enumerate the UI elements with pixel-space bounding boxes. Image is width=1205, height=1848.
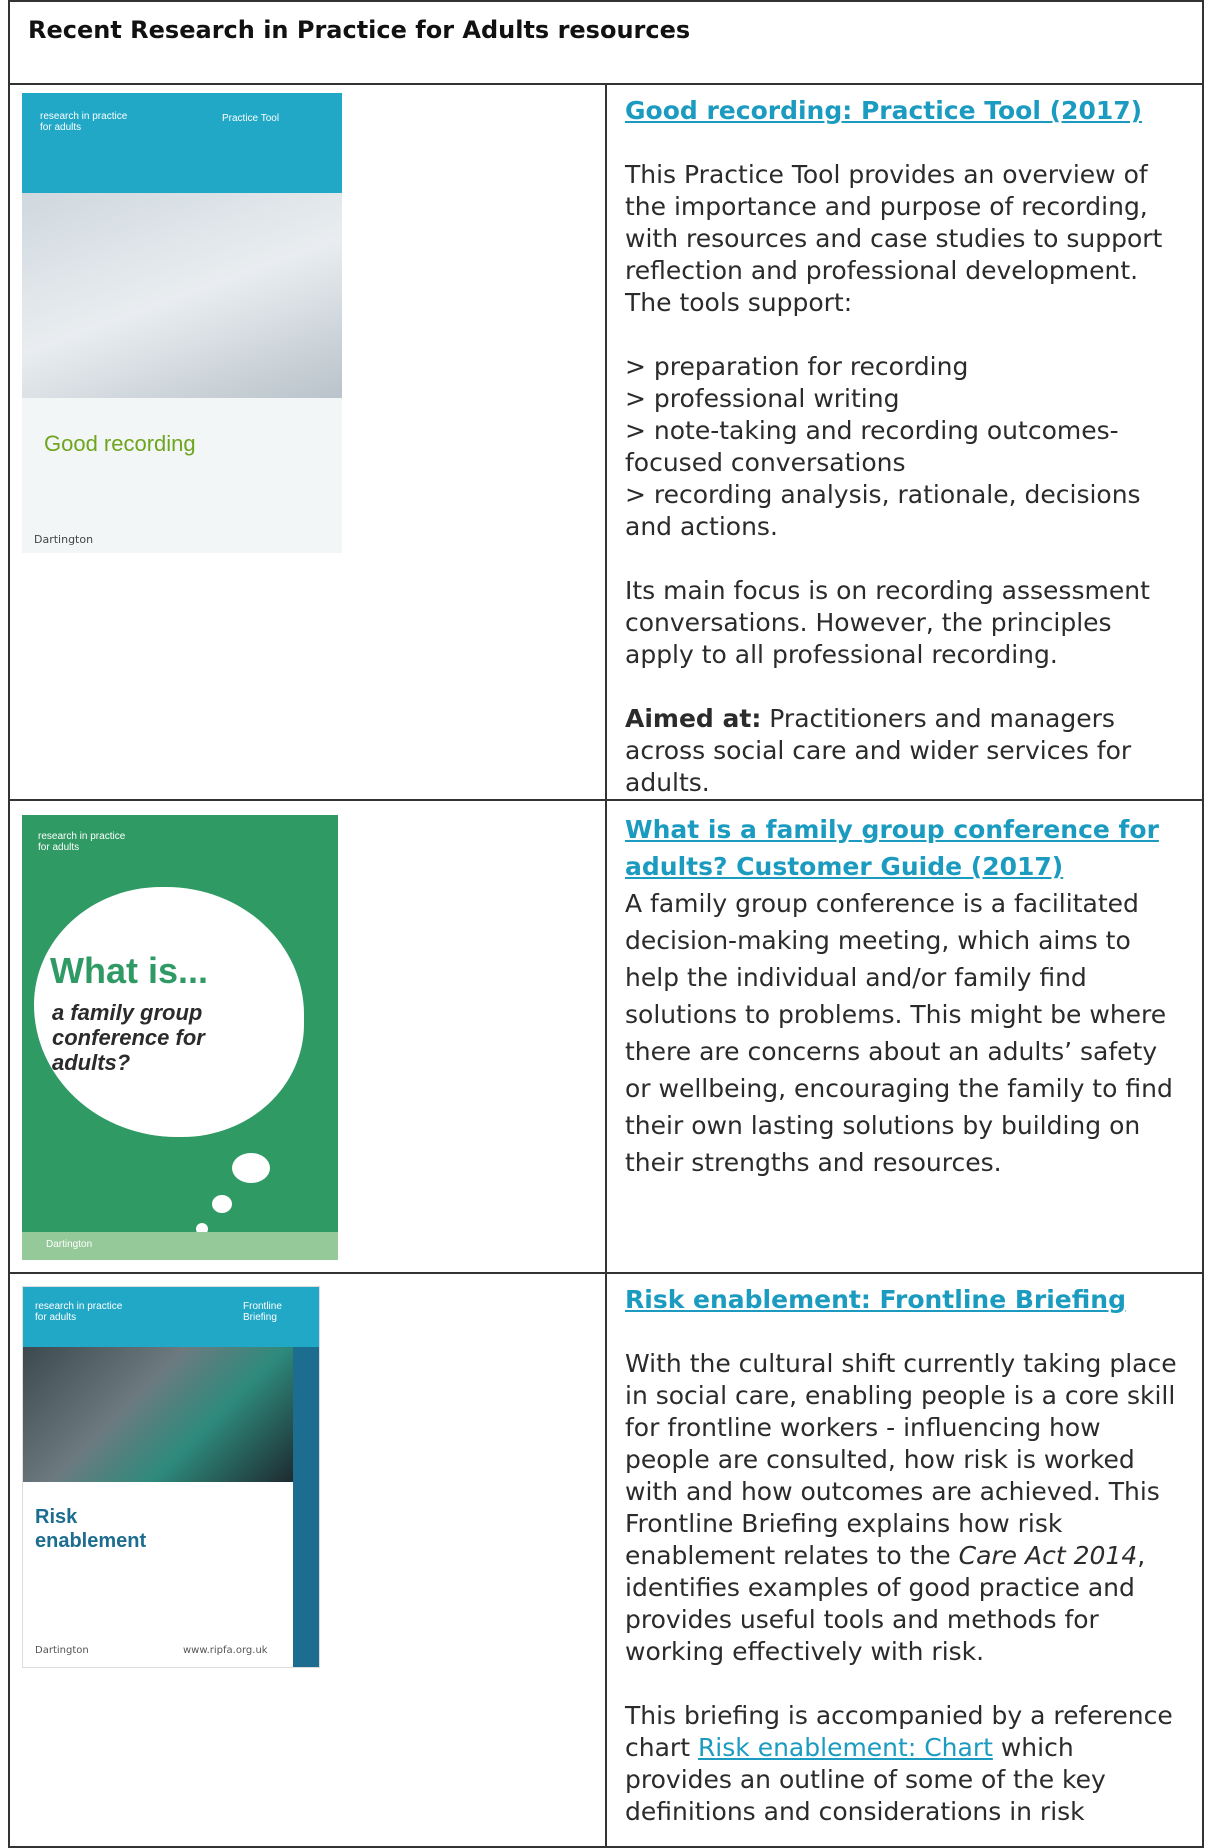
resource-intro: This Practice Tool provides an overview … — [625, 160, 1163, 317]
table-heading: Recent Research in Practice for Adults r… — [8, 0, 1204, 85]
resource-text-cell: What is a family group conference for ad… — [605, 799, 1204, 1274]
risk-enablement-cover-image[interactable]: research in practice for adults Frontlin… — [22, 1286, 320, 1668]
resource-body: A family group conference is a facilitat… — [625, 889, 1173, 1177]
page: Recent Research in Practice for Adults r… — [0, 0, 1205, 1848]
cover-brand: research in practice for adults — [35, 1301, 123, 1323]
cover-brand: research in practice for adults — [40, 111, 128, 133]
family-group-conference-cover-image[interactable]: research in practice for adults What is.… — [22, 815, 338, 1260]
table-row: research in practice for adults Frontlin… — [8, 1272, 1204, 1848]
cover-footer: Dartington — [35, 1645, 89, 1656]
table-row: research in practice for adults What is.… — [8, 799, 1204, 1274]
cover-brand: research in practice for adults — [38, 831, 126, 853]
family-group-conference-link[interactable]: What is a family group conference for ad… — [625, 815, 1159, 881]
writing-photo — [22, 193, 342, 398]
cover-cell: research in practice for adults Practice… — [8, 83, 607, 801]
resource-focus: Its main focus is on recording assessmen… — [625, 576, 1150, 669]
cover-title: What is... — [50, 950, 209, 991]
risk-enablement-chart-link[interactable]: Risk enablement: Chart — [698, 1733, 993, 1762]
bullet-item: > preparation for recording — [625, 352, 969, 381]
good-recording-link[interactable]: Good recording: Practice Tool (2017) — [625, 96, 1142, 125]
cover-subtitle: a family group conference for adults? — [52, 1000, 205, 1075]
resource-chart-note: This briefing is accompanied by a refere… — [625, 1701, 1173, 1826]
cover-badge: Practice Tool — [222, 113, 280, 124]
cover-url: www.ripfa.org.uk — [183, 1645, 268, 1656]
bullet-item: > professional writing — [625, 384, 900, 413]
resource-body: With the cultural shift currently taking… — [625, 1349, 1177, 1666]
cover-footer: Dartington — [46, 1239, 93, 1250]
resource-text-cell: Good recording: Practice Tool (2017) Thi… — [605, 83, 1204, 801]
bullet-item: > recording analysis, rationale, decisio… — [625, 480, 1141, 541]
cover-cell: research in practice for adults What is.… — [8, 799, 607, 1274]
cover-title: Risk enablement — [35, 1506, 147, 1552]
resource-text-cell: Risk enablement: Frontline Briefing With… — [605, 1272, 1204, 1848]
cover-title: Good recording — [44, 431, 196, 456]
table-row: research in practice for adults Practice… — [8, 83, 1204, 801]
resources-table: Recent Research in Practice for Adults r… — [8, 0, 1204, 1848]
cover-cell: research in practice for adults Frontlin… — [8, 1272, 607, 1848]
bullet-item: > note-taking and recording outcomes-foc… — [625, 416, 1119, 477]
care-act-title: Care Act 2014 — [958, 1541, 1138, 1570]
cover-footer: Dartington — [34, 533, 94, 546]
aimed-at-label: Aimed at: — [625, 704, 762, 733]
good-recording-cover-image[interactable]: research in practice for adults Practice… — [22, 93, 342, 553]
cover-badge: Frontline Briefing — [243, 1301, 282, 1323]
train-passengers-photo — [23, 1347, 293, 1482]
risk-enablement-briefing-link[interactable]: Risk enablement: Frontline Briefing — [625, 1285, 1126, 1314]
